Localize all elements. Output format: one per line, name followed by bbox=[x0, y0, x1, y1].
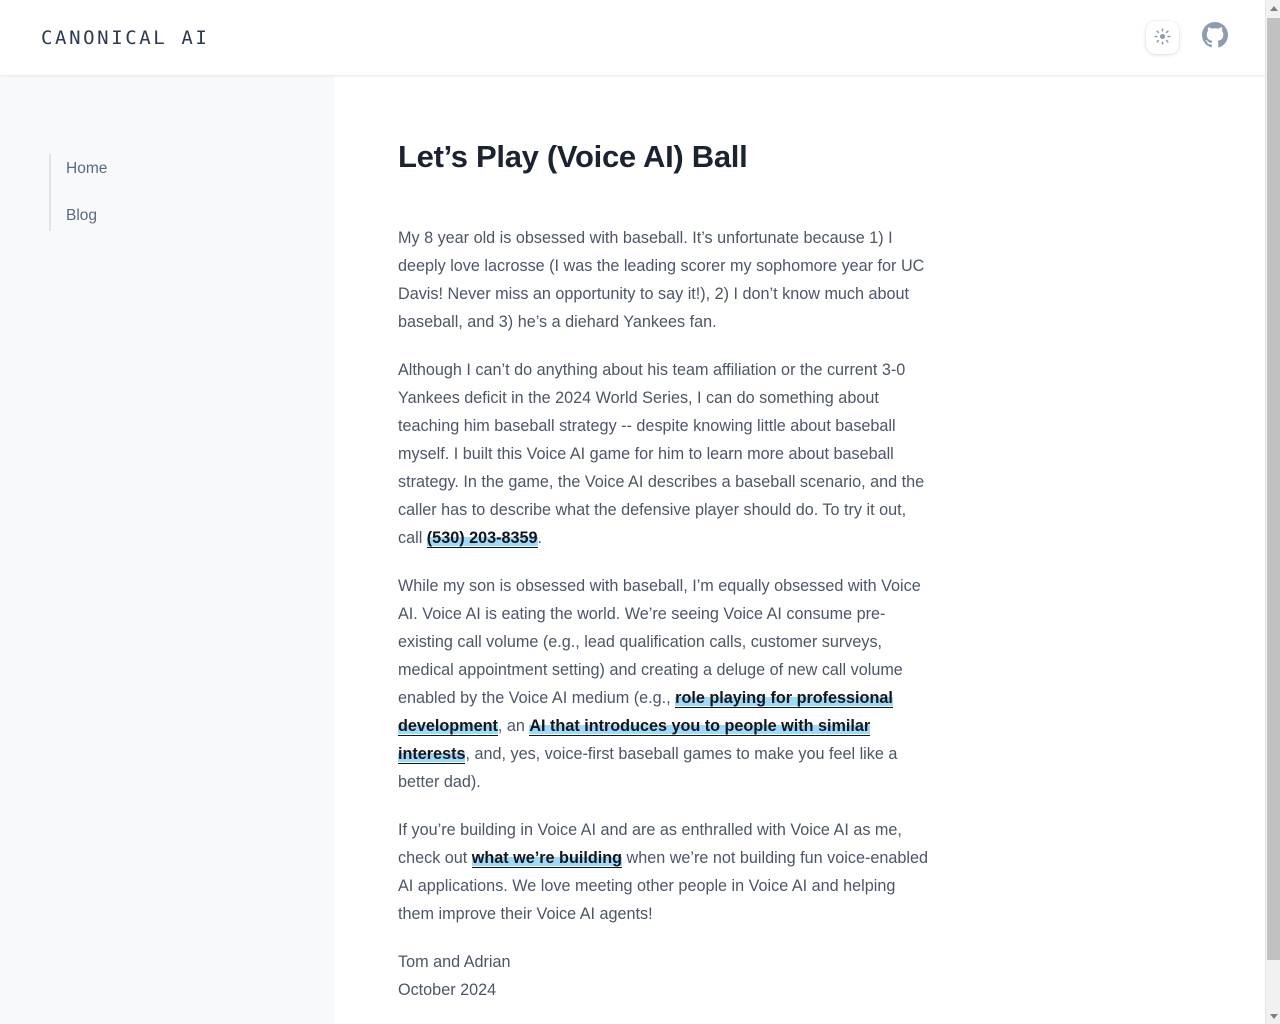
header-actions bbox=[1146, 21, 1229, 54]
site-header: CANONICAL AI bbox=[0, 0, 1265, 76]
paragraph-3-text-after: , and, yes, voice-first baseball games t… bbox=[398, 745, 898, 791]
main-content: Let’s Play (Voice AI) Ball My 8 year old… bbox=[334, 76, 1265, 1024]
paragraph-2-text-after: . bbox=[537, 529, 543, 547]
site-logo[interactable]: CANONICAL AI bbox=[41, 27, 209, 49]
phone-number-link[interactable]: (530) 203-8359 bbox=[426, 529, 538, 548]
signoff-date: October 2024 bbox=[398, 981, 497, 999]
vertical-scrollbar[interactable] bbox=[1265, 0, 1280, 1024]
chevron-up-icon bbox=[1269, 5, 1278, 11]
sidebar-nav: Home Blog bbox=[49, 154, 334, 231]
sidebar-item-blog[interactable]: Blog bbox=[66, 201, 334, 231]
paragraph-2: Although I can’t do anything about his t… bbox=[398, 356, 931, 552]
page-root: CANONICAL AI Home Blog Let’s Play (Voice… bbox=[0, 0, 1280, 1024]
paragraph-4: If you’re building in Voice AI and are a… bbox=[398, 816, 931, 928]
blog-post: Let’s Play (Voice AI) Ball My 8 year old… bbox=[398, 138, 931, 1004]
sidebar: Home Blog bbox=[0, 76, 334, 1024]
paragraph-3-text-mid: , an bbox=[497, 717, 530, 735]
body-wrapper: Home Blog Let’s Play (Voice AI) Ball My … bbox=[0, 76, 1265, 1024]
github-icon bbox=[1202, 22, 1228, 53]
what-were-building-link[interactable]: what we’re building bbox=[471, 849, 622, 868]
scroll-up-button[interactable] bbox=[1266, 0, 1280, 16]
sun-icon bbox=[1154, 27, 1171, 48]
paragraph-3: While my son is obsessed with baseball, … bbox=[398, 572, 931, 796]
scrollbar-thumb[interactable] bbox=[1267, 18, 1280, 960]
paragraph-2-text-before: Although I can’t do anything about his t… bbox=[398, 361, 925, 547]
theme-toggle-button[interactable] bbox=[1146, 21, 1179, 54]
paragraph-3-text-before: While my son is obsessed with baseball, … bbox=[398, 577, 921, 707]
signoff: Tom and Adrian October 2024 bbox=[398, 948, 931, 1004]
paragraph-1: My 8 year old is obsessed with baseball.… bbox=[398, 229, 925, 331]
scroll-down-button[interactable] bbox=[1266, 1008, 1280, 1024]
page-title: Let’s Play (Voice AI) Ball bbox=[398, 139, 748, 174]
chevron-down-icon bbox=[1269, 1013, 1278, 1019]
sidebar-item-home[interactable]: Home bbox=[66, 154, 334, 184]
github-link[interactable] bbox=[1201, 22, 1229, 53]
signoff-authors: Tom and Adrian bbox=[398, 953, 511, 971]
